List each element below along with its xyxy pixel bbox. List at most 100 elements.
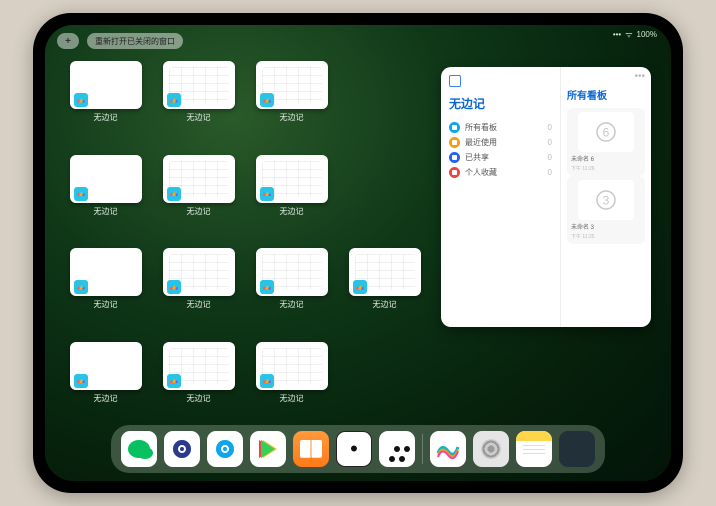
board-subcaption: 下午 11:26 xyxy=(571,165,595,172)
app-window-thumbnail[interactable]: 无边记 xyxy=(251,342,332,422)
dice-icon[interactable] xyxy=(336,431,372,467)
panel-title: 无边记 xyxy=(449,95,552,112)
row-icon xyxy=(449,167,460,178)
app-window-thumbnail[interactable]: 无边记 xyxy=(65,248,146,328)
sidebar-row[interactable]: 所有看板 0 xyxy=(449,120,552,135)
window-preview[interactable] xyxy=(70,61,142,109)
wechat-icon[interactable] xyxy=(121,431,157,467)
stage-area: 无边记无边记无边记无边记无边记无边记无边记无边记无边记无边记无边记无边记无边记 … xyxy=(65,61,651,421)
row-count: 0 xyxy=(548,123,552,132)
row-label: 已共享 xyxy=(465,152,489,163)
row-icon xyxy=(449,137,460,148)
app-window-thumbnail[interactable]: 无边记 xyxy=(251,155,332,235)
board-caption: 未命名 3 xyxy=(571,222,594,231)
panel-right: ••• 所有看板 6 未命名 6 下午 11:26 3 未命名 3 下午 11:25 xyxy=(561,67,651,327)
more-icon[interactable]: ••• xyxy=(567,75,645,79)
freeform-app-icon xyxy=(74,374,88,388)
freeform-app-icon xyxy=(167,280,181,294)
topbar: + 重新打开已关闭的窗口 xyxy=(57,33,183,49)
panel-right-title: 所有看板 xyxy=(567,87,645,102)
folder-icon[interactable] xyxy=(559,431,595,467)
ipad-device-frame: ••• ᯤ 100% + 重新打开已关闭的窗口 无边记无边记无边记无边记无边记无… xyxy=(33,13,683,493)
svg-text:6: 6 xyxy=(603,126,610,140)
board-subcaption: 下午 11:25 xyxy=(571,233,595,240)
row-count: 0 xyxy=(548,153,552,162)
settings-icon[interactable] xyxy=(473,431,509,467)
freeform-app-icon xyxy=(260,374,274,388)
window-label: 无边记 xyxy=(94,393,118,404)
window-preview[interactable] xyxy=(256,155,328,203)
row-icon xyxy=(449,122,460,133)
freeform-app-icon xyxy=(260,187,274,201)
board-card[interactable]: 3 未命名 3 下午 11:25 xyxy=(567,176,645,244)
window-label: 无边记 xyxy=(187,112,211,123)
status-bar: ••• ᯤ 100% xyxy=(613,29,657,40)
window-preview[interactable] xyxy=(163,155,235,203)
app-window-thumbnail[interactable]: 无边记 xyxy=(65,61,146,141)
window-preview[interactable] xyxy=(256,61,328,109)
freeform-app-icon xyxy=(74,93,88,107)
window-label: 无边记 xyxy=(94,206,118,217)
wifi-icon: ᯤ xyxy=(625,29,632,40)
app-window-thumbnail[interactable]: 无边记 xyxy=(158,342,239,422)
freeform-app-icon xyxy=(260,93,274,107)
cell-signal-icon: ••• xyxy=(613,30,621,39)
play-icon[interactable] xyxy=(250,431,286,467)
freeform-app-icon xyxy=(353,280,367,294)
window-label: 无边记 xyxy=(280,112,304,123)
app-window-thumbnail[interactable]: 无边记 xyxy=(65,155,146,235)
window-label: 无边记 xyxy=(94,112,118,123)
panel-left: 无边记 所有看板 0 最近使用 0 已共享 0 个人收藏0 xyxy=(441,67,561,327)
window-label: 无边记 xyxy=(373,299,397,310)
window-label: 无边记 xyxy=(280,299,304,310)
freeform-app-icon xyxy=(167,187,181,201)
svg-text:3: 3 xyxy=(603,194,610,208)
freeform-app-icon xyxy=(74,280,88,294)
app-window-thumbnail[interactable]: 无边记 xyxy=(65,342,146,422)
app-window-thumbnail[interactable]: 无边记 xyxy=(158,155,239,235)
window-preview[interactable] xyxy=(163,248,235,296)
sidebar-row[interactable]: 最近使用 0 xyxy=(449,135,552,150)
app-window-thumbnail[interactable]: 无边记 xyxy=(158,61,239,141)
app-window-thumbnail[interactable]: 无边记 xyxy=(251,248,332,328)
freeform-app-icon xyxy=(74,187,88,201)
window-grid: 无边记无边记无边记无边记无边记无边记无边记无边记无边记无边记无边记无边记无边记 xyxy=(65,61,425,421)
window-preview[interactable] xyxy=(70,342,142,390)
window-preview[interactable] xyxy=(163,342,235,390)
row-label: 最近使用 xyxy=(465,137,497,148)
window-preview[interactable] xyxy=(70,248,142,296)
sidebar-row[interactable]: 个人收藏0 xyxy=(449,165,552,180)
window-label: 无边记 xyxy=(280,393,304,404)
window-preview[interactable] xyxy=(349,248,421,296)
window-preview[interactable] xyxy=(256,248,328,296)
sidebar-row[interactable]: 已共享 0 xyxy=(449,150,552,165)
window-preview[interactable] xyxy=(256,342,328,390)
circle-cyan-icon[interactable] xyxy=(207,431,243,467)
app-window-thumbnail[interactable]: 无边记 xyxy=(158,248,239,328)
dock-separator xyxy=(422,434,423,464)
board-thumbnail: 3 xyxy=(578,180,634,220)
books-icon[interactable] xyxy=(293,431,329,467)
window-preview[interactable] xyxy=(163,61,235,109)
window-label: 无边记 xyxy=(187,206,211,217)
notes-icon[interactable] xyxy=(516,431,552,467)
graph-icon[interactable] xyxy=(379,431,415,467)
freeform-sidebar-panel[interactable]: 无边记 所有看板 0 最近使用 0 已共享 0 个人收藏0 ••• 所有看板 6 未命名 6 下… xyxy=(441,67,651,327)
window-label: 无边记 xyxy=(187,393,211,404)
row-label: 所有看板 xyxy=(465,122,497,133)
new-window-button[interactable]: + xyxy=(57,33,79,49)
row-count: 0 xyxy=(548,138,552,147)
battery-text: 100% xyxy=(637,30,657,39)
dock xyxy=(111,425,605,473)
reopen-closed-window-button[interactable]: 重新打开已关闭的窗口 xyxy=(87,33,183,49)
sidebar-toggle-icon[interactable] xyxy=(449,75,461,87)
app-window-thumbnail[interactable]: 无边记 xyxy=(251,61,332,141)
screen: ••• ᯤ 100% + 重新打开已关闭的窗口 无边记无边记无边记无边记无边记无… xyxy=(45,25,671,481)
circle-blue-icon[interactable] xyxy=(164,431,200,467)
window-preview[interactable] xyxy=(70,155,142,203)
app-window-thumbnail[interactable]: 无边记 xyxy=(344,248,425,328)
board-card[interactable]: 6 未命名 6 下午 11:26 xyxy=(567,108,645,176)
board-caption: 未命名 6 xyxy=(571,154,594,163)
freeform-icon[interactable] xyxy=(430,431,466,467)
freeform-app-icon xyxy=(167,93,181,107)
